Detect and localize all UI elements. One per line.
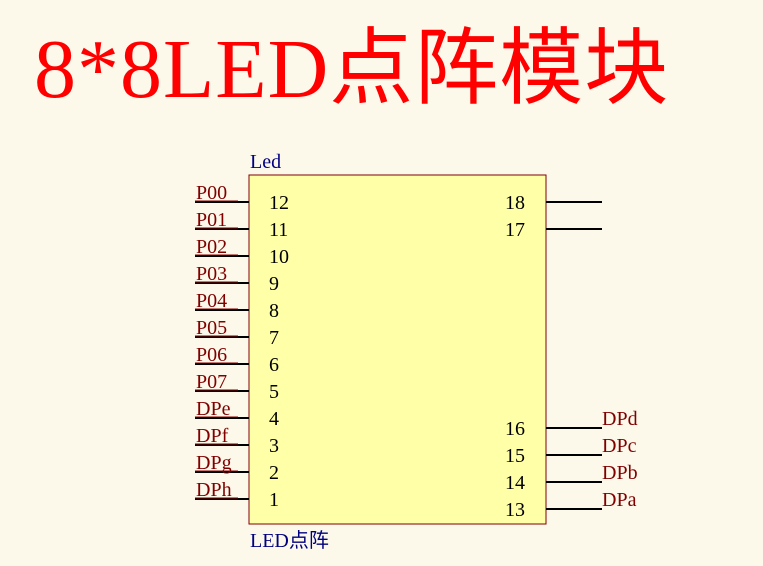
schematic-diagram: Led LED点阵 P00 12P01 11P02 10P03 9P04 8P05 7P06… [195,151,638,552]
pin-number: 8 [269,300,279,322]
pin-number: 10 [269,246,289,268]
pin-number: 14 [505,472,525,494]
pin-number: 7 [269,327,279,349]
pin-number: 3 [269,435,279,457]
net-label: DPb [602,462,638,484]
pin-number: 17 [505,219,525,241]
pin-number: 2 [269,462,279,484]
pin-number: 18 [505,192,525,214]
pin-number: 16 [505,418,525,440]
pin-number: 12 [269,192,289,214]
pin-number: 5 [269,381,279,403]
net-label: DPd [602,408,638,430]
component-designator: Led [250,151,281,173]
pin-number: 6 [269,354,279,376]
component-comment: LED点阵 [250,529,329,552]
pin-number: 13 [505,499,525,521]
pin-number: 15 [505,445,525,467]
pin-number: 11 [269,219,288,241]
pin-number: 9 [269,273,279,295]
pin-number: 1 [269,489,279,511]
net-label: DPc [602,435,637,457]
net-label: DPa [602,489,637,511]
component-body[interactable] [248,174,547,525]
pin-number: 4 [269,408,279,430]
